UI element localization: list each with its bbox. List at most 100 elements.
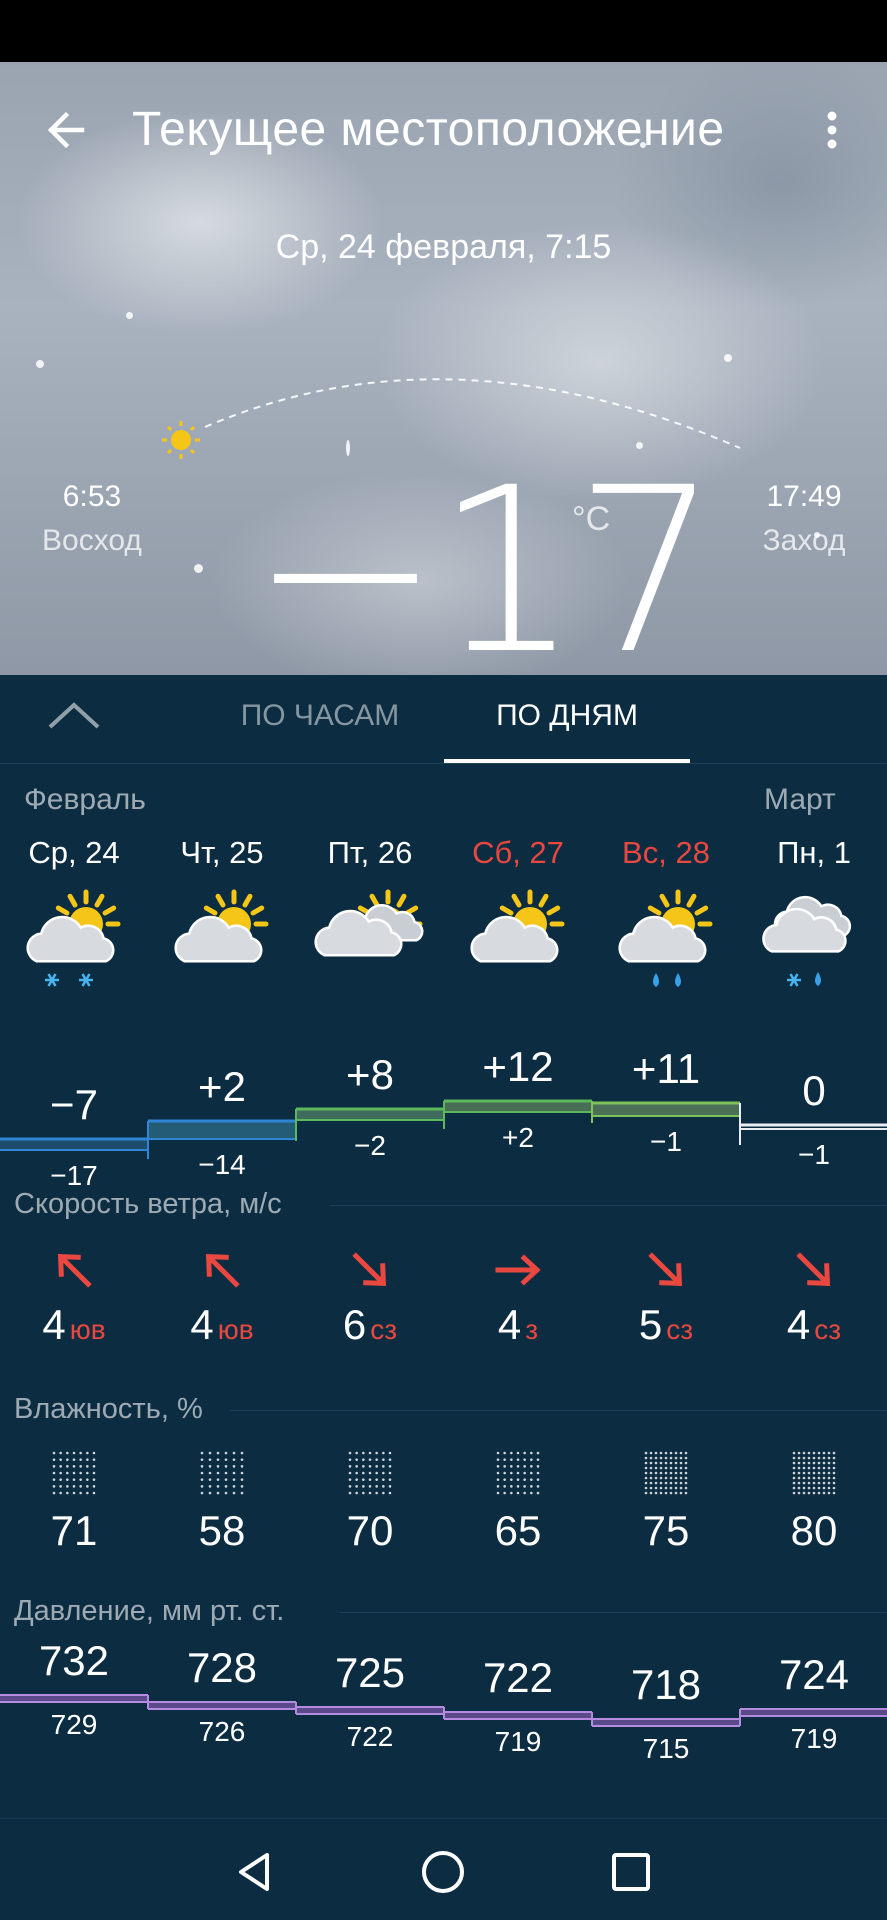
divider <box>0 763 887 764</box>
wind-speed: 5 <box>638 1301 663 1348</box>
temperature-range-bar <box>444 1101 592 1112</box>
pressure-low-label: 715 <box>642 1733 690 1764</box>
collapse-button[interactable] <box>44 695 104 735</box>
sunrise-label: Восход <box>42 524 142 557</box>
forecast-panel: ПО ЧАСАМ ПО ДНЯМ Февраль Март Ср, 24 Чт, … <box>0 675 887 1818</box>
wind-direction: сз <box>666 1314 694 1345</box>
divider <box>330 1205 887 1206</box>
day-label: Пт, 26 <box>327 835 413 870</box>
wind-value: 4з <box>444 1301 592 1349</box>
pressure-range-bar <box>444 1712 592 1719</box>
humidity-value: 75 <box>642 1507 690 1554</box>
temperature-range-bar <box>0 1139 148 1150</box>
humidity-dots-icon <box>592 1447 740 1499</box>
month-label-february: Февраль <box>24 783 146 816</box>
wind-value: 4 сз <box>740 1301 887 1349</box>
square-recents-icon <box>612 1853 650 1891</box>
wind-section-title: Скорость ветра, м/с <box>14 1188 282 1220</box>
cloudy-sleet-icon <box>740 880 887 1000</box>
wind-direction: юв <box>217 1314 254 1345</box>
pressure-high-label: 732 <box>38 1637 110 1684</box>
wind-value: 4 юв <box>148 1301 296 1349</box>
pressure-low-label: 722 <box>346 1721 394 1752</box>
temperature-range-bar <box>592 1103 740 1116</box>
arrow-down-right-icon <box>740 1245 887 1295</box>
wind-direction: сз <box>814 1314 842 1345</box>
tab-hourly[interactable]: ПО ЧАСАМ <box>200 699 440 733</box>
wind-direction: з <box>525 1314 539 1345</box>
humidity-value: 65 <box>494 1507 542 1554</box>
wind-speed: 6 <box>342 1301 367 1348</box>
wind-direction: сз <box>370 1314 398 1345</box>
pressure-high-label: 722 <box>482 1654 554 1701</box>
divider <box>230 1410 887 1411</box>
temperature-high-label: +2 <box>198 1063 246 1110</box>
pressure-low-label: 719 <box>494 1726 542 1757</box>
partly-cloudy-snow-icon <box>0 880 148 1000</box>
temperature-low-label: +2 <box>502 1122 534 1153</box>
chevron-up-icon <box>48 702 100 729</box>
tab-daily[interactable]: ПО ДНЯМ <box>444 699 690 733</box>
arrow-up-left-icon <box>148 1245 296 1295</box>
day-label: Чт, 25 <box>180 835 264 870</box>
day-label: Пн, 1 <box>777 835 851 870</box>
sunset-time: 17:49 <box>766 480 842 513</box>
pressure-high-label: 724 <box>778 1651 850 1698</box>
triangle-back-icon <box>239 1853 269 1891</box>
forecast-tabs: ПО ЧАСАМ ПО ДНЯМ <box>0 675 887 764</box>
arrow-down-right-icon <box>592 1245 740 1295</box>
humidity-value: 58 <box>198 1507 246 1554</box>
mostly-cloudy-icon <box>296 880 444 1000</box>
day-label: Вс, 28 <box>622 835 710 870</box>
weather-hero: Текущее местоположение Ср, 24 февраля, 7… <box>0 62 887 675</box>
temperature-high-label: +8 <box>346 1051 394 1098</box>
circle-home-icon <box>422 1851 464 1893</box>
temperature-range-bar <box>296 1109 444 1120</box>
sunrise-time: 6:53 <box>62 480 122 513</box>
humidity-dots-icon <box>740 1447 887 1499</box>
wind-speed: 4 <box>786 1301 811 1348</box>
sunset-label: Заход <box>762 524 846 557</box>
pressure-range-bar <box>740 1709 887 1716</box>
temperature-range-bar <box>148 1121 296 1139</box>
humidity-dots-icon <box>296 1447 444 1499</box>
pressure-range-bar <box>148 1702 296 1709</box>
wind-speed: 4 <box>190 1301 214 1348</box>
pressure-low-label: 719 <box>790 1723 838 1754</box>
day-label: Ср, 24 <box>28 835 120 870</box>
pressure-low-label: 726 <box>198 1716 246 1747</box>
pressure-high-label: 718 <box>630 1661 702 1708</box>
temperature-unit: °C <box>572 500 611 538</box>
current-temperature: −17 <box>250 438 719 675</box>
humidity-section-title: Влажность, % <box>14 1393 203 1425</box>
nav-back-button[interactable] <box>229 1847 279 1897</box>
day-label: Сб, 27 <box>472 835 564 870</box>
pressure-section-title: Давление, мм рт. ст. <box>14 1595 285 1627</box>
status-bar <box>0 0 887 62</box>
humidity-value: 80 <box>790 1507 838 1554</box>
sun-position-icon <box>162 421 200 459</box>
temperature-high-label: +12 <box>482 1043 554 1090</box>
pressure-range-bar <box>592 1719 740 1726</box>
temperature-low-label: −1 <box>798 1139 830 1170</box>
humidity-dots-icon <box>0 1447 148 1499</box>
pressure-range-bar <box>0 1695 148 1702</box>
pressure-high-label: 725 <box>334 1649 406 1696</box>
temperature-low-label: −14 <box>198 1149 246 1180</box>
wind-speed: 4 <box>497 1301 522 1348</box>
wind-value: 4 юв <box>0 1301 148 1349</box>
arrow-up-left-icon <box>0 1245 148 1295</box>
humidity-dots-icon <box>444 1447 592 1499</box>
pressure-high-label: 728 <box>186 1644 258 1691</box>
humidity-value: 71 <box>50 1507 98 1554</box>
nav-home-button[interactable] <box>418 1847 468 1897</box>
divider <box>340 1612 887 1613</box>
nav-recents-button[interactable] <box>606 1847 656 1897</box>
partly-cloudy-icon <box>148 880 296 1000</box>
humidity-value: 70 <box>346 1507 394 1554</box>
humidity-dots-icon <box>148 1447 296 1499</box>
partly-cloudy-rain-icon <box>592 880 740 1000</box>
partly-cloudy-icon <box>444 880 592 1000</box>
wind-value: 6 сз <box>296 1301 444 1349</box>
temperature-low-label: −1 <box>650 1126 682 1157</box>
